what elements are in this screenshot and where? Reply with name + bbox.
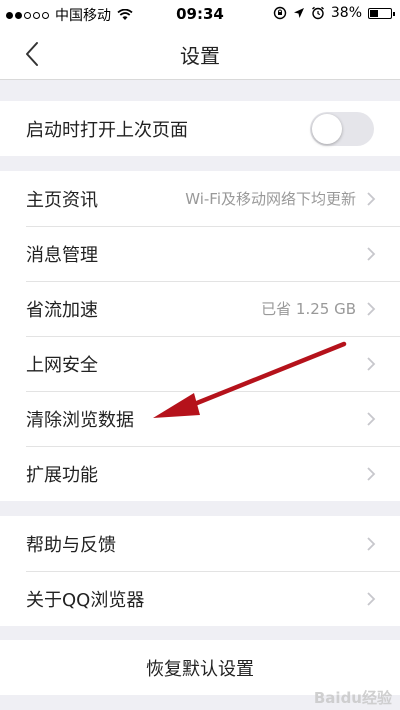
- alarm-icon: [311, 6, 324, 20]
- settings-row-extensions[interactable]: 扩展功能: [0, 446, 400, 501]
- reset-label: 恢复默认设置: [146, 658, 254, 680]
- row-value: 已省 1.25 GB: [261, 300, 356, 318]
- settings-row-home-news[interactable]: 主页资讯 Wi-Fi及移动网络下均更新: [0, 171, 400, 226]
- settings-row-security[interactable]: 上网安全: [0, 336, 400, 391]
- chevron-right-icon: [367, 357, 376, 371]
- row-label: 主页资讯: [26, 189, 98, 211]
- nav-bar: 设置: [0, 28, 400, 80]
- row-label: 扩展功能: [26, 464, 98, 486]
- battery-percent: 38%: [330, 5, 362, 21]
- startup-row: 启动时打开上次页面: [0, 101, 400, 156]
- row-label: 上网安全: [26, 354, 98, 376]
- row-label: 省流加速: [26, 299, 98, 321]
- rotation-lock-icon: [273, 6, 287, 20]
- chevron-right-icon: [367, 537, 376, 551]
- main-settings-group: 主页资讯 Wi-Fi及移动网络下均更新 消息管理 省流加速 已省 1.25 GB…: [0, 171, 400, 501]
- row-label: 消息管理: [26, 244, 98, 266]
- battery-icon: [368, 7, 395, 19]
- row-label: 关于QQ浏览器: [26, 589, 145, 611]
- chevron-right-icon: [367, 247, 376, 261]
- status-right: 38%: [273, 5, 395, 21]
- row-label: 帮助与反馈: [26, 534, 116, 556]
- startup-toggle[interactable]: [310, 112, 374, 146]
- startup-label: 启动时打开上次页面: [26, 119, 188, 141]
- chevron-right-icon: [367, 592, 376, 606]
- settings-row-data-saving[interactable]: 省流加速 已省 1.25 GB: [0, 281, 400, 336]
- chevron-right-icon: [367, 302, 376, 316]
- watermark: Baidu经验: [313, 689, 392, 707]
- page-title: 设置: [180, 44, 220, 68]
- chevron-right-icon: [367, 192, 376, 206]
- row-label: 清除浏览数据: [26, 409, 134, 431]
- chevron-right-icon: [367, 412, 376, 426]
- settings-row-clear-data[interactable]: 清除浏览数据: [0, 391, 400, 446]
- startup-group: 启动时打开上次页面: [0, 101, 400, 156]
- settings-row-help[interactable]: 帮助与反馈: [0, 516, 400, 571]
- chevron-right-icon: [367, 467, 376, 481]
- help-group: 帮助与反馈 关于QQ浏览器: [0, 516, 400, 626]
- settings-row-message[interactable]: 消息管理: [0, 226, 400, 281]
- row-value: Wi-Fi及移动网络下均更新: [185, 190, 356, 208]
- status-bar: 中国移动 09:34 38%: [0, 0, 400, 28]
- location-icon: [293, 8, 304, 18]
- settings-row-about[interactable]: 关于QQ浏览器: [0, 571, 400, 626]
- toggle-knob: [312, 114, 342, 144]
